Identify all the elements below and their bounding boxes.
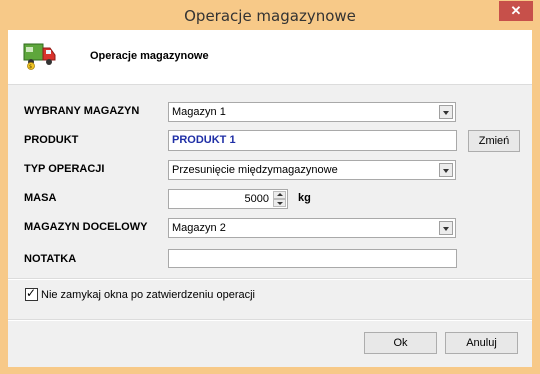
warehouse-select[interactable]: Magazyn 1 — [168, 102, 456, 122]
stepper-down-icon[interactable] — [273, 199, 286, 207]
stepper-up-icon[interactable] — [273, 191, 286, 199]
mass-label: MASA — [24, 192, 57, 204]
cancel-button[interactable]: Anuluj — [445, 332, 518, 354]
product-field[interactable]: PRODUKT 1 — [168, 130, 457, 151]
target-warehouse-select[interactable]: Magazyn 2 — [168, 218, 456, 238]
close-button[interactable]: ✕ — [499, 1, 533, 21]
note-field[interactable] — [168, 249, 457, 268]
product-field-value: PRODUKT 1 — [172, 134, 236, 146]
change-product-button[interactable]: Zmień — [468, 130, 520, 152]
product-label: PRODUKT — [24, 134, 79, 146]
dialog-body: $ Operacje magazynowe WYBRANY MAGAZYN Ma… — [8, 30, 532, 367]
operation-type-select[interactable]: Przesunięcie międzymagazynowe — [168, 160, 456, 180]
chevron-down-icon[interactable] — [439, 163, 453, 177]
keep-open-label[interactable]: Nie zamykaj okna po zatwierdzeniu operac… — [41, 289, 255, 301]
mass-stepper-buttons — [273, 191, 286, 207]
svg-text:$: $ — [29, 64, 32, 70]
dialog-window: Operacje magazynowe ✕ $ Operacje magazyn… — [0, 0, 540, 374]
mass-value: 5000 — [244, 193, 269, 205]
mass-stepper[interactable]: 5000 — [168, 189, 288, 209]
operation-type-select-value: Przesunięcie międzymagazynowe — [172, 164, 338, 176]
note-label: NOTATKA — [24, 253, 77, 265]
truck-icon: $ — [23, 43, 56, 70]
window-title: Operacje magazynowe — [184, 7, 356, 25]
keep-open-checkbox[interactable] — [25, 286, 38, 301]
divider — [8, 319, 532, 321]
target-warehouse-label: MAGAZYN DOCELOWY — [24, 221, 148, 233]
ok-button[interactable]: Ok — [364, 332, 437, 354]
target-warehouse-select-value: Magazyn 2 — [172, 222, 226, 234]
operation-type-label: TYP OPERACJI — [24, 163, 105, 175]
title-bar[interactable]: Operacje magazynowe ✕ — [0, 0, 540, 30]
dialog-header: $ Operacje magazynowe — [8, 30, 532, 85]
chevron-down-icon[interactable] — [439, 221, 453, 235]
chevron-down-icon[interactable] — [439, 105, 453, 119]
warehouse-label: WYBRANY MAGAZYN — [24, 105, 140, 117]
mass-unit: kg — [298, 192, 311, 204]
warehouse-select-value: Magazyn 1 — [172, 106, 226, 118]
divider — [8, 278, 532, 280]
header-title: Operacje magazynowe — [90, 50, 209, 62]
